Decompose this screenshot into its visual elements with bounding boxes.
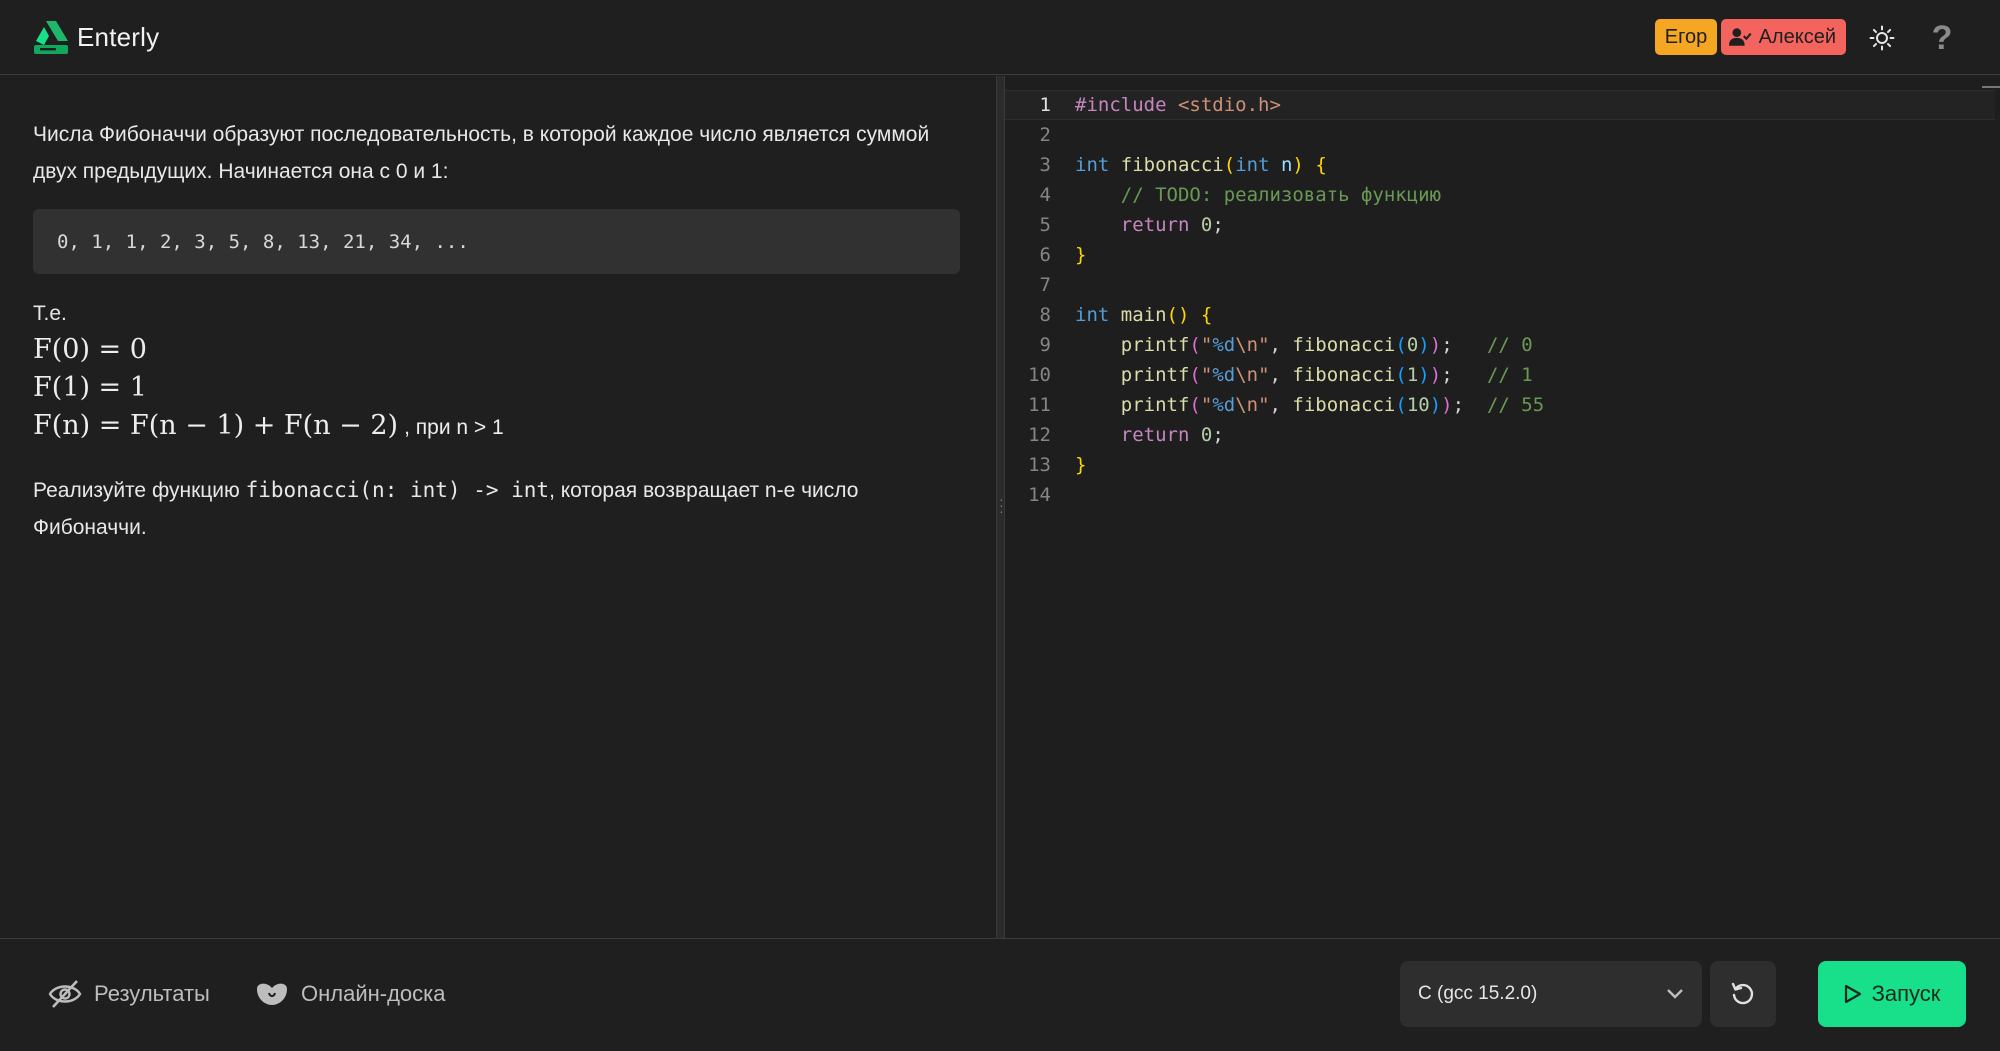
code-line[interactable]: 11 printf("%d\n", fibonacci(10)); // 55 bbox=[1005, 390, 1995, 420]
eye-off-icon bbox=[48, 980, 82, 1008]
user-badge-label: Алексей bbox=[1758, 25, 1836, 48]
language-select[interactable]: C (gcc 15.2.0) bbox=[1400, 961, 1702, 1027]
brand-name: Enterly bbox=[77, 21, 160, 52]
task-description-panel: Числа Фибоначчи образуют последовательно… bbox=[0, 76, 996, 938]
sequence-code-block: 0, 1, 1, 2, 3, 5, 8, 13, 21, 34, ... bbox=[33, 209, 960, 274]
top-bar: Enterly Егор Алексей ? bbox=[0, 0, 2000, 75]
formula-recurrence: F(n) = F(n − 1) + F(n − 2), при n > 1 bbox=[33, 410, 504, 441]
reset-icon bbox=[1731, 982, 1754, 1005]
help-button[interactable]: ? bbox=[1923, 19, 1961, 57]
panel-resize-handle[interactable]: · · · bbox=[996, 76, 1005, 938]
code-line[interactable]: 13} bbox=[1005, 450, 1995, 480]
task-intro-paragraph: Числа Фибоначчи образуют последовательно… bbox=[33, 123, 930, 183]
code-line[interactable]: 5 return 0; bbox=[1005, 210, 1995, 240]
function-signature: fibonacci(n: int) -> int bbox=[245, 478, 550, 502]
whiteboard-icon bbox=[257, 983, 287, 1005]
formula-condition: , при n > 1 bbox=[404, 416, 504, 439]
code-line[interactable]: 12 return 0; bbox=[1005, 420, 1995, 450]
formula-f1: F(1) = 1 bbox=[33, 372, 147, 403]
code-editor[interactable]: 1 #include <stdio.h> 2 3 int fibonacci(int… bbox=[1005, 76, 2000, 938]
language-select-value: C (gcc 15.2.0) bbox=[1418, 983, 1538, 1004]
code-line[interactable]: 6} bbox=[1005, 240, 1995, 270]
sun-icon bbox=[1869, 25, 1895, 51]
enterly-logo-icon bbox=[34, 20, 68, 54]
online-board-tab-label: Онлайн-доска bbox=[301, 981, 446, 1006]
user-check-icon bbox=[1729, 28, 1752, 46]
sequence-text: 0, 1, 1, 2, 3, 5, 8, 13, 21, 34, ... bbox=[57, 230, 469, 253]
bottom-toolbar: Результаты Онлайн-доска C (gcc 15.2.0) З… bbox=[0, 938, 2000, 1051]
play-icon bbox=[1844, 984, 1861, 1004]
code-line[interactable]: 2 bbox=[1005, 120, 1995, 150]
results-tab[interactable]: Результаты bbox=[48, 974, 210, 1014]
user-badge-egor[interactable]: Егор bbox=[1655, 19, 1717, 55]
code-line[interactable]: 4 // TODO: реализовать функцию bbox=[1005, 180, 1995, 210]
reset-code-button[interactable] bbox=[1710, 961, 1776, 1027]
results-tab-label: Результаты bbox=[94, 981, 210, 1006]
code-line[interactable]: 1 #include <stdio.h> bbox=[1005, 90, 1995, 120]
online-board-tab[interactable]: Онлайн-доска bbox=[255, 974, 446, 1014]
editor-scrollbar[interactable] bbox=[1982, 86, 2000, 88]
code-line[interactable]: 8 int main() { bbox=[1005, 300, 1995, 330]
run-button-label: Запуск bbox=[1871, 981, 1941, 1006]
code-line[interactable]: 10 printf("%d\n", fibonacci(1)); // 1 bbox=[1005, 360, 1995, 390]
formula-f0: F(0) = 0 bbox=[33, 334, 147, 365]
run-button[interactable]: Запуск bbox=[1818, 961, 1966, 1027]
drag-grip-icon: · · · bbox=[999, 491, 1004, 519]
code-line[interactable]: 14 bbox=[1005, 480, 1995, 510]
task-instruction-paragraph: Реализуйте функцию fibonacci(n: int) -> … bbox=[33, 478, 859, 539]
te-label: Т.е. bbox=[33, 302, 67, 325]
chevron-down-icon bbox=[1667, 989, 1683, 999]
brand[interactable]: Enterly bbox=[32, 18, 159, 56]
theme-toggle-button[interactable] bbox=[1863, 19, 1901, 57]
code-line[interactable]: 3 int fibonacci(int n) { bbox=[1005, 150, 1995, 180]
code-line[interactable]: 7 bbox=[1005, 270, 1995, 300]
question-mark-icon: ? bbox=[1931, 18, 1953, 57]
user-badge-alexey[interactable]: Алексей bbox=[1721, 19, 1846, 55]
code-line[interactable]: 9 printf("%d\n", fibonacci(0)); // 0 bbox=[1005, 330, 1995, 360]
